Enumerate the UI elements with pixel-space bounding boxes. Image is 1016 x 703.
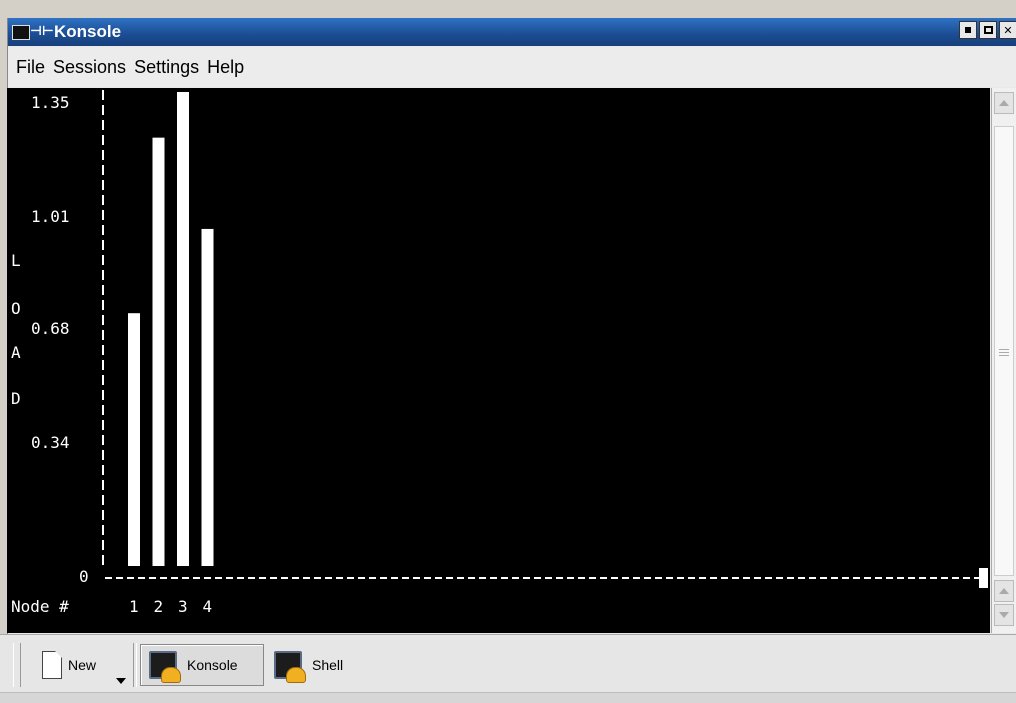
menu-sessions[interactable]: Sessions [49, 57, 130, 78]
new-session-button[interactable]: New [38, 644, 96, 686]
terminal-area[interactable]: 1.35 1.01 0.68 0.34 0 L O A D 1234 Node # [7, 88, 990, 633]
x-tick-label: 2 [154, 597, 164, 616]
scroll-up-button-bottom[interactable] [994, 580, 1014, 602]
new-document-icon [42, 651, 62, 679]
status-strip [0, 692, 1016, 703]
window-menu-icon[interactable]: ⊣⊢ [12, 22, 54, 42]
menu-file[interactable]: File [12, 57, 49, 78]
bar-node-3 [177, 92, 189, 566]
tab-shell[interactable]: Shell [270, 644, 343, 686]
menu-bar: File Sessions Settings Help [8, 47, 1016, 87]
y-axis-letter: O [11, 299, 21, 318]
y-tick-label: 0.68 [31, 319, 70, 338]
bar-node-1 [128, 313, 140, 566]
load-bar-chart: 1.35 1.01 0.68 0.34 0 L O A D 1234 Node # [11, 90, 988, 616]
maximize-button[interactable] [979, 21, 997, 39]
y-tick-label: 1.35 [31, 93, 70, 112]
session-tab-bar: New Konsole Shell [0, 634, 1016, 692]
terminal-cursor [979, 568, 988, 588]
y-tick-label: 0.34 [31, 433, 70, 452]
toolbar-separator [133, 643, 137, 687]
konsole-shell-icon [149, 651, 181, 683]
y-tick-label: 0 [79, 567, 89, 586]
x-tick-label: 1 [129, 597, 139, 616]
menu-help[interactable]: Help [203, 57, 248, 78]
vertical-scrollbar[interactable] [991, 88, 1016, 633]
y-axis-letter: L [11, 251, 21, 270]
x-tick-label: 4 [203, 597, 213, 616]
tab-shell-label: Shell [312, 657, 344, 673]
scroll-up-button[interactable] [994, 92, 1014, 114]
new-session-label: New [68, 657, 97, 673]
x-tick-label: 3 [178, 597, 188, 616]
window-title: Konsole [54, 22, 122, 41]
scrollbar-thumb[interactable] [994, 126, 1014, 576]
y-tick-label: 1.01 [31, 207, 70, 226]
shell-session-icon [274, 651, 306, 683]
minimize-button[interactable] [959, 21, 977, 39]
title-bar[interactable]: ⊣⊢ Konsole ✕ [8, 18, 1016, 46]
new-dropdown-arrow-icon[interactable] [116, 678, 126, 684]
scroll-down-button[interactable] [994, 604, 1014, 626]
bar-node-4 [201, 228, 214, 566]
close-button[interactable]: ✕ [999, 21, 1016, 39]
y-axis-letter: A [11, 343, 21, 362]
x-axis-label: Node # [11, 597, 69, 616]
tab-konsole[interactable]: Konsole [140, 644, 264, 686]
bar-node-2 [152, 137, 165, 566]
y-axis-letter: D [11, 389, 21, 408]
menu-settings[interactable]: Settings [130, 57, 203, 78]
toolbar-grip[interactable] [13, 643, 21, 687]
tab-konsole-label: Konsole [187, 657, 238, 673]
